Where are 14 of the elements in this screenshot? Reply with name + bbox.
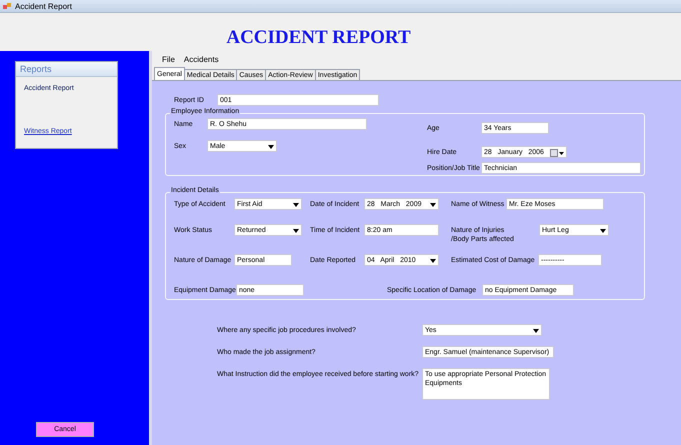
dropdown-caret-icon [268,145,274,149]
dropdown-caret-icon [600,229,606,233]
dropdown-caret-icon [430,203,436,207]
dropdown-caret-icon [430,259,436,263]
window-title: Accident Report [15,2,72,10]
menu-item[interactable]: File [162,55,175,64]
dropdown-caret-icon [293,229,299,233]
menu-item[interactable]: Accidents [184,55,219,64]
app-icon [3,2,11,10]
panel-title: Reports [20,64,52,74]
page-heading: ACCIDENT REPORT [226,27,411,49]
dropdown-caret-icon [293,203,299,207]
dropdown-caret-icon [533,329,539,333]
calendar-icon [550,149,564,157]
